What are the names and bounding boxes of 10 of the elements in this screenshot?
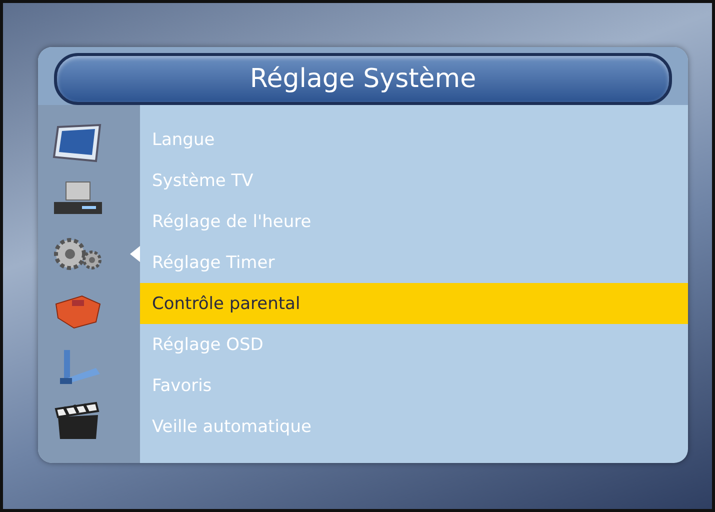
menu-item[interactable]: Contrôle parental	[140, 283, 688, 324]
menu-item[interactable]: Système TV	[140, 160, 688, 201]
menu-item[interactable]: Veille automatique	[140, 406, 688, 447]
menu-item[interactable]: Réglage OSD	[140, 324, 688, 365]
menu-item[interactable]: Langue	[140, 119, 688, 160]
menu-item[interactable]: Réglage de l'heure	[140, 201, 688, 242]
monitor-icon[interactable]	[52, 122, 104, 163]
menu-item[interactable]: Réglage Timer	[140, 242, 688, 283]
menu-title: Réglage Système	[250, 64, 476, 94]
menu-item[interactable]: Favoris	[140, 365, 688, 406]
